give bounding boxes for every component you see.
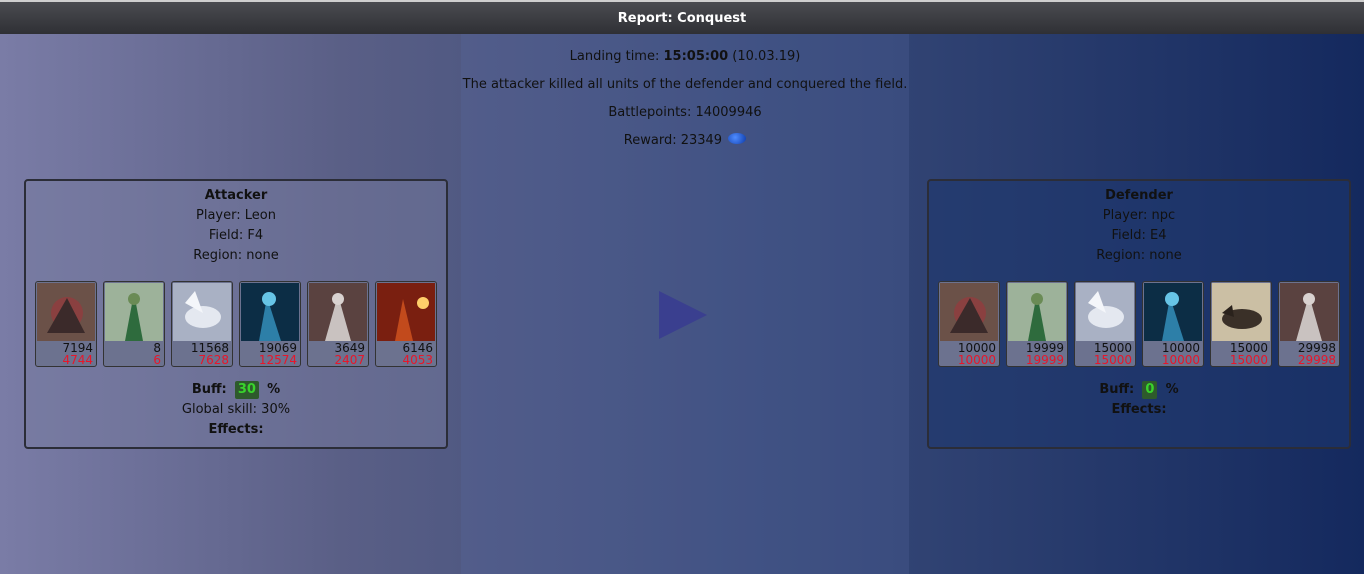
unit-card[interactable]: 7194 4744 [35, 281, 97, 367]
attacker-heading: Attacker [204, 188, 268, 203]
armored-knight-icon [309, 283, 367, 341]
landing-date: (10.03.19) [732, 49, 801, 64]
unit-loss: 10000 [1161, 353, 1200, 367]
unit-loss: 10000 [957, 353, 996, 367]
report-window: Report: Conquest Landing time: 15:05:00 … [0, 0, 1364, 574]
unit-card[interactable]: 19999 19999 [1006, 281, 1068, 367]
unit-loss: 15000 [1229, 353, 1268, 367]
unit-card[interactable]: 8 6 [103, 281, 165, 367]
unit-card[interactable]: 15000 15000 [1210, 281, 1272, 367]
defender-buff: Buff: 0 % [929, 381, 1349, 401]
dragon-icon [940, 283, 998, 341]
attacker-region: Region: none [193, 248, 279, 263]
attacker-units: 7194 4744 8 6 11568 7628 19069 12574 364… [26, 281, 446, 369]
unit-card[interactable]: 19069 12574 [239, 281, 301, 367]
play-arrow-icon[interactable] [659, 291, 707, 339]
defender-effects: Effects: [1111, 402, 1167, 417]
ice-knight-icon [241, 283, 299, 341]
buff-unit: % [267, 382, 281, 397]
defender-panel: Defender Player: npc Field: E4 Region: n… [927, 179, 1351, 449]
unit-loss: 4744 [62, 353, 93, 367]
unit-card[interactable]: 6146 4053 [375, 281, 437, 367]
unit-card[interactable]: 29998 29998 [1278, 281, 1340, 367]
unit-loss: 7628 [198, 353, 229, 367]
buff-label: Buff: [1099, 382, 1135, 397]
unit-loss: 4053 [402, 353, 433, 367]
wolf-beast-icon [1212, 283, 1270, 341]
battle-summary: Landing time: 15:05:00 (10.03.19) The at… [461, 48, 909, 160]
unit-card[interactable]: 3649 2407 [307, 281, 369, 367]
reward-text: Reward: 23349 [623, 133, 723, 148]
attacker-field: Field: F4 [208, 228, 264, 243]
buff-label: Buff: [191, 382, 227, 397]
defender-heading: Defender [1105, 188, 1173, 203]
unit-loss: 19999 [1025, 353, 1064, 367]
battlepoints: Battlepoints: 14009946 [608, 105, 762, 120]
unit-loss: 12574 [258, 353, 297, 367]
unit-card[interactable]: 15000 15000 [1074, 281, 1136, 367]
battle-result-message: The attacker killed all units of the def… [462, 77, 908, 92]
buff-value: 0 [1142, 381, 1158, 399]
unit-loss: 29998 [1297, 353, 1336, 367]
currency-icon [728, 133, 747, 144]
attacker-player: Player: Leon [196, 208, 276, 223]
window-title: Report: Conquest [0, 2, 1364, 34]
green-mage-icon [1008, 283, 1066, 341]
unit-card[interactable]: 10000 10000 [938, 281, 1000, 367]
dragon-icon [37, 283, 95, 341]
unit-loss: 2407 [334, 353, 365, 367]
reward-line: Reward: 23349 [461, 132, 909, 160]
pegasus-icon [1076, 283, 1134, 341]
attacker-effects: Effects: [208, 422, 264, 437]
ice-knight-icon [1144, 283, 1202, 341]
landing-time-value: 15:05:00 [663, 49, 729, 64]
defender-units: 10000 10000 19999 19999 15000 15000 1000… [929, 281, 1349, 369]
global-skill: Global skill: 30% [181, 402, 291, 417]
armored-knight-icon [1280, 283, 1338, 341]
unit-loss: 15000 [1093, 353, 1132, 367]
green-mage-icon [105, 283, 163, 341]
defender-region: Region: none [1096, 248, 1182, 263]
defender-player: Player: npc [1102, 208, 1176, 223]
fire-mage-icon [377, 283, 435, 341]
unit-loss: 6 [153, 353, 161, 367]
attacker-buff: Buff: 30 % [26, 381, 446, 401]
landing-time-label: Landing time: [569, 49, 660, 64]
defender-field: Field: E4 [1111, 228, 1167, 243]
unit-card[interactable]: 11568 7628 [171, 281, 233, 367]
pegasus-icon [173, 283, 231, 341]
unit-card[interactable]: 10000 10000 [1142, 281, 1204, 367]
landing-time-line: Landing time: 15:05:00 (10.03.19) [461, 48, 909, 76]
attacker-panel: Attacker Player: Leon Field: F4 Region: … [24, 179, 448, 449]
buff-value: 30 [234, 381, 259, 399]
buff-unit: % [1165, 382, 1179, 397]
